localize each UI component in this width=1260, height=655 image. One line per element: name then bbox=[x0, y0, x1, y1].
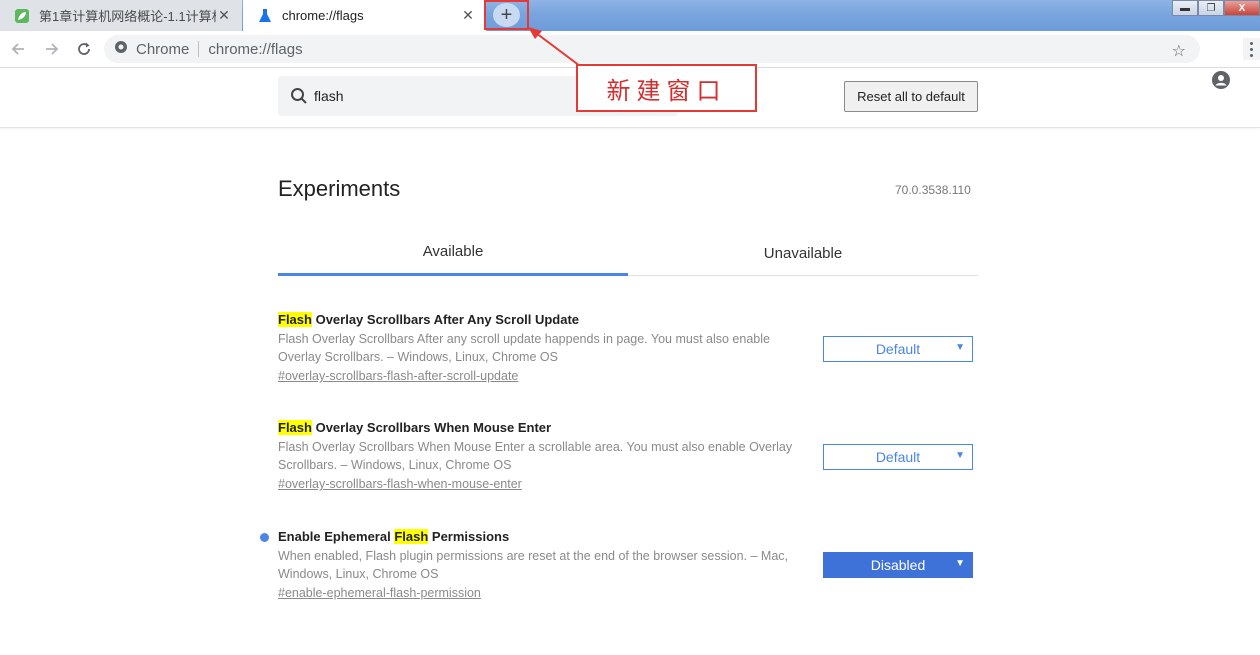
flag-name-pre: Enable Ephemeral bbox=[278, 529, 395, 544]
flag-description: When enabled, Flash plugin permissions a… bbox=[278, 549, 788, 581]
search-highlight: Flash bbox=[278, 420, 312, 435]
search-icon bbox=[291, 88, 307, 104]
restore-button[interactable]: ❐ bbox=[1198, 0, 1224, 16]
flag-name-rest: Overlay Scrollbars When Mouse Enter bbox=[311, 420, 552, 435]
caret-down-icon: ▼ bbox=[955, 342, 965, 353]
search-input[interactable] bbox=[314, 88, 614, 104]
flag-item: Flash Overlay Scrollbars After Any Scrol… bbox=[278, 312, 978, 385]
flag-name-rest: Permissions bbox=[428, 529, 510, 544]
arrow-left-icon bbox=[11, 43, 24, 55]
search-highlight: Flash bbox=[394, 529, 429, 544]
tab-chapter1[interactable]: 第1章计算机网络概论-1.1计算机 ✕ bbox=[0, 0, 242, 31]
callout-label: 新建窗口 bbox=[576, 64, 757, 112]
new-tab-button[interactable]: + bbox=[493, 3, 520, 27]
flags-tabs: Available Unavailable bbox=[278, 230, 978, 276]
flag-description: Flash Overlay Scrollbars After any scrol… bbox=[278, 332, 770, 364]
tab-title: chrome://flags bbox=[282, 8, 364, 23]
version-label: 70.0.3538.110 bbox=[895, 183, 971, 197]
flask-icon bbox=[257, 8, 273, 24]
flag-name: Enable Ephemeral Flash Permissions bbox=[278, 529, 978, 544]
flag-name: Flash Overlay Scrollbars When Mouse Ente… bbox=[278, 420, 978, 435]
search-highlight: Flash bbox=[278, 312, 312, 327]
modified-indicator-dot bbox=[260, 533, 269, 542]
flag-select[interactable]: Disabled ▼ bbox=[823, 552, 973, 578]
flag-item: Flash Overlay Scrollbars When Mouse Ente… bbox=[278, 420, 978, 493]
flag-select[interactable]: Default ▼ bbox=[823, 444, 973, 470]
close-window-button[interactable]: X bbox=[1224, 0, 1260, 16]
close-icon[interactable]: ✕ bbox=[216, 7, 232, 24]
divider bbox=[198, 41, 200, 57]
caret-down-icon: ▼ bbox=[955, 558, 965, 569]
reload-button[interactable] bbox=[68, 33, 100, 65]
reset-all-button[interactable]: Reset all to default bbox=[844, 81, 978, 112]
select-value: Default bbox=[875, 341, 921, 357]
reload-icon bbox=[78, 42, 90, 55]
url-text: chrome://flags bbox=[208, 40, 303, 58]
flag-name-rest: Overlay Scrollbars After Any Scroll Upda… bbox=[311, 312, 580, 327]
arrow-right-icon bbox=[46, 43, 59, 55]
flag-name: Flash Overlay Scrollbars After Any Scrol… bbox=[278, 312, 978, 327]
flag-select[interactable]: Default ▼ bbox=[823, 336, 973, 362]
flag-anchor-link[interactable]: #overlay-scrollbars-flash-when-mouse-ent… bbox=[278, 477, 522, 491]
menu-icon[interactable] bbox=[1243, 38, 1260, 60]
close-icon[interactable]: ✕ bbox=[460, 7, 476, 24]
address-bar[interactable]: Chrome chrome://flags ☆ bbox=[104, 35, 1200, 63]
minimize-button[interactable]: ▬ bbox=[1172, 0, 1198, 16]
flag-description: Flash Overlay Scrollbars When Mouse Ente… bbox=[278, 440, 793, 472]
chrome-icon bbox=[114, 40, 128, 58]
select-value: Default bbox=[875, 449, 921, 465]
flag-anchor-link[interactable]: #overlay-scrollbars-flash-after-scroll-u… bbox=[278, 369, 518, 383]
tab-flags[interactable]: chrome://flags ✕ bbox=[243, 0, 486, 31]
tab-strip: 第1章计算机网络概论-1.1计算机 ✕ chrome://flags ✕ + ▬… bbox=[0, 0, 1260, 31]
window-controls: ▬ ❐ X bbox=[1172, 0, 1260, 16]
flag-anchor-link[interactable]: #enable-ephemeral-flash-permission bbox=[278, 586, 481, 600]
tab-unavailable[interactable]: Unavailable bbox=[628, 230, 978, 276]
page-title: Experiments bbox=[278, 176, 401, 201]
toolbar: Chrome chrome://flags ☆ bbox=[0, 31, 1260, 89]
select-value: Disabled bbox=[870, 557, 926, 573]
tab-available[interactable]: Available bbox=[278, 230, 628, 276]
leaf-icon bbox=[14, 8, 30, 24]
caret-down-icon: ▼ bbox=[955, 450, 965, 461]
star-icon[interactable]: ☆ bbox=[1172, 41, 1186, 61]
back-button[interactable] bbox=[2, 33, 34, 65]
flag-item: Enable Ephemeral Flash Permissions When … bbox=[278, 529, 978, 602]
tab-title: 第1章计算机网络概论-1.1计算机 bbox=[39, 9, 216, 24]
forward-button[interactable] bbox=[36, 33, 68, 65]
scheme-label: Chrome bbox=[136, 40, 190, 58]
